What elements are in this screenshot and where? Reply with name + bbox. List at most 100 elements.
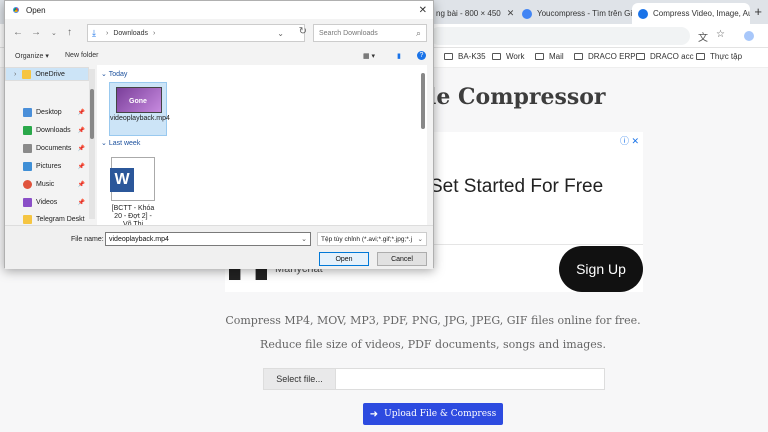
up-arrow-icon[interactable]: ↑ [67,27,72,38]
bookmark-folder[interactable]: Mail [535,52,564,61]
help-icon[interactable]: ? [417,51,426,60]
folder-icon [23,214,32,224]
chevron-down-icon[interactable]: ⌄ [277,29,284,38]
dialog-close-button[interactable]: ✕ [419,5,427,16]
file-type-value: Tệp tùy chỉnh (*.avi;*.gif;*.jpg;*.j [321,235,413,243]
file-name-value: videoplayback.mp4 [109,235,169,243]
scrollbar-thumb[interactable] [421,73,425,129]
sidebar-item-label: Documents [36,144,72,152]
bookmark-label: Thực tập [710,52,743,61]
address-folder[interactable]: Downloads [113,30,148,37]
sidebar-item-label: Desktop [36,108,62,116]
preview-pane-icon[interactable]: ▮ [397,52,401,60]
file-item-video[interactable]: Gone videoplayback.mp4 [109,82,170,136]
folder-icon [535,53,544,60]
bookmark-folder[interactable]: Thực tập [696,52,742,61]
organize-button[interactable]: Organize ▾ [15,52,49,60]
sidebar-item-telegram[interactable]: Telegram Deskt [5,213,89,225]
ad-headline: Set Started For Free [430,176,604,197]
sidebar-item-label: Pictures [36,162,62,170]
refresh-icon[interactable]: ↻ [299,26,307,37]
sidebar-item-desktop[interactable]: Desktop 📌 [5,105,89,119]
videos-icon [23,197,32,207]
address-bar[interactable] [430,27,690,45]
sidebar-item-videos[interactable]: Videos 📌 [5,195,89,209]
back-arrow-icon[interactable]: ← [13,27,23,38]
sidebar-item-label: Videos [36,198,58,206]
upload-compress-button[interactable]: ➜ Upload File & Compress [363,403,503,425]
chevron-right-icon: › [152,29,156,37]
file-item-word-doc[interactable]: W [110,157,155,201]
group-header-last-week[interactable]: ⌄ Last week [101,139,140,147]
bookmark-label: Mail [549,52,564,61]
folder-icon [444,53,453,60]
cancel-button[interactable]: Cancel [377,252,427,266]
dialog-sidebar: › OneDrive Desktop 📌 Downloads 📌 Documen… [5,65,89,225]
new-folder-button[interactable]: New folder [65,52,98,59]
profile-avatar[interactable] [744,31,754,41]
group-header-today[interactable]: ⌄ Today [101,70,127,78]
search-placeholder: Search Downloads [319,29,378,37]
file-name-label: File name: [71,236,104,243]
bookmark-folder[interactable]: Work [492,52,525,61]
scrollbar-thumb[interactable] [90,89,94,139]
translate-icon[interactable]: 文 [698,29,708,44]
sidebar-item-pictures[interactable]: Pictures 📌 [5,159,89,173]
bookmark-label: DRACO acc [650,52,694,61]
file-select-field[interactable]: Select file... [263,368,605,390]
bookmark-folder[interactable]: BA-K35 [444,52,486,61]
bookmark-star-icon[interactable]: ☆ [716,29,725,40]
pin-icon: 📌 [77,181,85,188]
dialog-address-bar[interactable]: ⤓ › Downloads › ⌄ ↻ [87,24,307,42]
chevron-down-icon[interactable]: ⌄ [301,235,307,243]
bookmark-label: Work [506,52,525,61]
file-name: videoplayback.mp4 [110,115,170,122]
folder-icon [574,53,583,60]
sidebar-item-music[interactable]: Music 📌 [5,177,89,191]
upload-label: Upload File & Compress [384,409,497,419]
sidebar-item-downloads[interactable]: Downloads 📌 [5,123,89,137]
sidebar-item-label: Telegram Deskt [36,215,85,223]
bookmark-label: DRACO ERP [588,52,636,61]
sidebar-scrollbar[interactable] [89,69,95,219]
search-icon: ⌕ [415,27,421,38]
dialog-search-input[interactable]: Search Downloads ⌕ [313,24,427,42]
tab-compress-video[interactable]: Compress Video, Image, Au ✕ [632,3,750,24]
file-list-scrollbar[interactable] [421,69,427,219]
dialog-command-bar: Organize ▾ New folder ▦ ▾ ▮ ? [5,47,433,65]
documents-icon [23,143,32,153]
close-icon[interactable]: ✕ [501,8,515,19]
page-title: le Compressor [428,84,606,110]
bookmark-label: BA-K35 [458,52,486,61]
tab-youcompress-article[interactable]: ng bài - 800 × 450 ✕ [430,3,516,24]
pin-icon: 📌 [77,109,85,116]
open-button[interactable]: Open [319,252,369,266]
tab-label: Youcompress - Tìm trên Gi [537,9,632,18]
forward-arrow-icon[interactable]: → [31,27,41,38]
arrow-right-icon: ➜ [369,408,379,420]
sidebar-item-onedrive[interactable]: › OneDrive [5,67,89,81]
open-file-dialog: Open ✕ ← → ⌄ ↑ ⤓ › Downloads › ⌄ ↻ Searc… [4,0,434,269]
sign-up-button[interactable]: Sign Up [559,246,643,292]
file-name-input[interactable]: videoplayback.mp4 ⌄ [105,232,311,246]
video-thumbnail: Gone [116,87,162,113]
tab-google-search[interactable]: Youcompress - Tìm trên Gi ✕ [516,3,632,24]
view-options-icon[interactable]: ▦ ▾ [363,52,375,60]
sidebar-item-label: Downloads [36,126,71,134]
download-icon: ⤓ [92,27,96,38]
folder-icon [636,53,645,60]
bookmark-folder[interactable]: DRACO ERP [574,52,636,61]
thumbnail-caption: Gone [129,98,147,105]
sidebar-item-documents[interactable]: Documents 📌 [5,141,89,155]
ad-choices-icon[interactable]: ⓘ ✕ [620,134,639,147]
pin-icon: 📌 [77,127,85,134]
recent-dropdown-icon[interactable]: ⌄ [51,29,57,37]
bookmark-folder[interactable]: DRACO acc [636,52,694,61]
chevron-right-icon: › [105,29,109,37]
cloud-icon [638,8,648,19]
file-list: ⌄ Today Gone videoplayback.mp4 ⌄ Last we… [97,65,427,228]
select-file-button[interactable]: Select file... [264,369,336,389]
new-tab-button[interactable]: + [754,4,762,19]
google-icon [522,8,532,19]
file-type-select[interactable]: Tệp tùy chỉnh (*.avi;*.gif;*.jpg;*.j ⌄ [317,232,427,246]
